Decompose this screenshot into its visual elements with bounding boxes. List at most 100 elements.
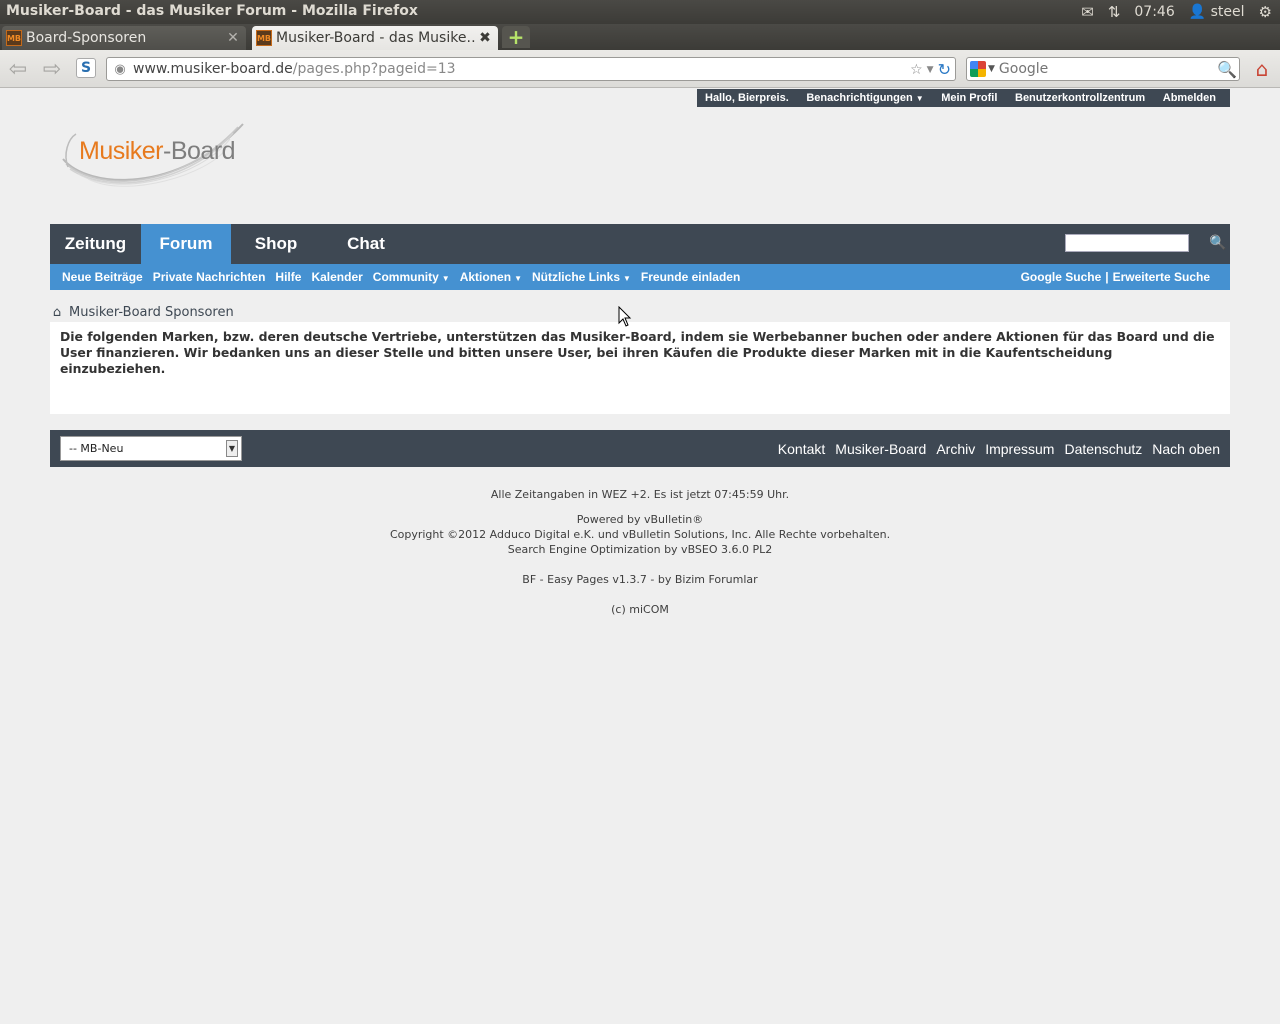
style-chooser-value: -- MB-Neu [69, 442, 124, 455]
notifications-link[interactable]: Benachrichtigungen ▼ [806, 92, 923, 104]
dropdown-arrow-icon: ▼ [623, 274, 631, 283]
stumble-addon-button[interactable]: S [76, 58, 96, 78]
favicon-icon: MB [256, 30, 272, 46]
footer-link-datenschutz[interactable]: Datenschutz [1064, 441, 1142, 457]
powered-by: Powered by vBulletin® [576, 513, 704, 526]
nav-tab-chat[interactable]: Chat [321, 224, 411, 264]
footer-links: Kontakt Musiker-Board Archiv Impressum D… [778, 430, 1220, 467]
new-tab-button[interactable]: + [502, 25, 530, 49]
tab-label: Musiker-Board - das Musike… [276, 30, 476, 46]
main-navigation: Zeitung Forum Shop Chat 🔍 [50, 224, 1230, 264]
bookmark-star-icon[interactable]: ☆ [910, 62, 923, 78]
subnav-community[interactable]: Community ▼ [373, 270, 450, 284]
favicon-icon: MB [6, 30, 22, 46]
google-search-link[interactable]: Google Suche [1021, 270, 1102, 284]
user-icon: 👤 [1188, 4, 1207, 20]
tab-board-sponsoren[interactable]: MB Board-Sponsoren ✕ [2, 26, 246, 50]
home-icon: ⌂ [1255, 57, 1269, 81]
s-addon-icon: S [80, 60, 92, 76]
reload-icon[interactable]: ↻ [938, 60, 951, 79]
mail-icon[interactable]: ✉ [1081, 3, 1094, 21]
search-links: Google Suche | Erweiterte Suche [1021, 264, 1210, 290]
user-name: steel [1210, 4, 1245, 20]
sub-navigation: Neue Beiträge Private Nachrichten Hilfe … [50, 264, 1230, 290]
logo-part-musiker: Musiker [79, 137, 164, 165]
advanced-search-link[interactable]: Erweiterte Suche [1113, 270, 1210, 284]
easypages-note: BF - Easy Pages v1.3.7 - by Bizim Foruml… [522, 573, 758, 586]
forum-search-icon[interactable]: 🔍 [1209, 234, 1226, 252]
footer-link-kontakt[interactable]: Kontakt [778, 441, 825, 457]
back-button[interactable]: ⇦ [4, 56, 32, 82]
nav-tab-zeitung[interactable]: Zeitung [50, 224, 141, 264]
footer-bar: -- MB-Neu ▼ Kontakt Musiker-Board Archiv… [50, 430, 1230, 467]
logout-link[interactable]: Abmelden [1163, 92, 1216, 104]
forum-search-field[interactable] [1065, 234, 1189, 254]
notifications-label: Benachrichtigungen [806, 92, 913, 104]
profile-link[interactable]: Mein Profil [941, 92, 997, 104]
breadcrumb: ⌂ Musiker-Board Sponsoren [50, 304, 234, 320]
subnav-private-messages[interactable]: Private Nachrichten [153, 270, 266, 284]
nav-tab-forum[interactable]: Forum [141, 224, 231, 264]
tab-musiker-board[interactable]: MB Musiker-Board - das Musike… ✖ [252, 26, 498, 50]
logo-part-board: -Board [163, 137, 236, 165]
home-icon[interactable]: ⌂ [50, 305, 64, 320]
clock[interactable]: 07:46 [1134, 4, 1174, 20]
breadcrumb-current: Musiker-Board Sponsoren [69, 304, 234, 320]
address-bar[interactable]: ◉ www.musiker-board.de/pages.php?pageid=… [106, 57, 956, 81]
user-menu[interactable]: 👤 steel [1189, 4, 1245, 20]
subnav-new-posts[interactable]: Neue Beiträge [62, 270, 143, 284]
user-toolbar: Hallo, Bierpreis. Benachrichtigungen ▼ Me… [697, 89, 1230, 107]
subnav-calendar[interactable]: Kalender [311, 270, 362, 284]
close-tab-icon[interactable]: ✕ [224, 30, 242, 46]
navigation-toolbar: ⇦ ⇨ S ◉ www.musiker-board.de/pages.php?p… [0, 50, 1280, 88]
forward-button[interactable]: ⇨ [38, 56, 66, 82]
plus-icon: + [507, 25, 525, 49]
subnav-useful-links[interactable]: Nützliche Links ▼ [532, 270, 631, 284]
window-title-bar: Musiker-Board - das Musiker Forum - Mozi… [0, 0, 1280, 24]
timezone-note: Alle Zeitangaben in WEZ +2. Es ist jetzt… [490, 488, 790, 501]
back-arrow-icon: ⇦ [8, 56, 28, 82]
logo-wordmark: Musiker-Board [79, 137, 236, 166]
seo-note: Search Engine Optimization by vBSEO 3.6.… [507, 543, 773, 556]
google-engine-icon[interactable] [970, 61, 986, 77]
subnav-links: Neue Beiträge Private Nachrichten Hilfe … [62, 264, 740, 290]
select-arrow-icon[interactable]: ▼ [226, 440, 238, 457]
sponsor-intro-text: Die folgenden Marken, bzw. deren deutsch… [60, 329, 1215, 376]
tab-label: Board-Sponsoren [26, 30, 147, 46]
control-panel-link[interactable]: Benutzerkontrollzentrum [1015, 92, 1145, 104]
nav-tab-shop[interactable]: Shop [231, 224, 321, 264]
subnav-actions[interactable]: Aktionen ▼ [460, 270, 522, 284]
forward-arrow-icon: ⇨ [42, 56, 62, 82]
history-dropdown-icon[interactable]: ▼ [927, 65, 934, 75]
user-greeting[interactable]: Hallo, Bierpreis. [705, 92, 789, 104]
style-chooser-select[interactable]: -- MB-Neu ▼ [60, 436, 242, 461]
dropdown-arrow-icon: ▼ [915, 94, 924, 103]
engine-dropdown-icon[interactable]: ▼ [988, 64, 995, 74]
window-title: Musiker-Board - das Musiker Forum - Mozi… [6, 3, 418, 19]
subnav-help[interactable]: Hilfe [275, 270, 301, 284]
dropdown-arrow-icon: ▼ [441, 274, 450, 283]
subnav-actions-label: Aktionen [459, 270, 512, 284]
footer-link-impressum[interactable]: Impressum [985, 441, 1054, 457]
home-button[interactable]: ⌂ [1250, 57, 1274, 81]
subnav-community-label: Community [372, 270, 439, 284]
close-tab-icon[interactable]: ✖ [476, 30, 494, 46]
subnav-invite-friends[interactable]: Freunde einladen [641, 270, 740, 284]
web-search-input[interactable] [998, 61, 1199, 77]
url-path: /pages.php?pageid=13 [292, 61, 456, 77]
site-identity-icon[interactable]: ◉ [109, 62, 131, 77]
copyright-note: Copyright ©2012 Adduco Digital e.K. und … [389, 528, 891, 541]
link-separator: | [1105, 270, 1109, 284]
search-icon[interactable]: 🔍 [1217, 59, 1237, 79]
power-gear-icon[interactable]: ⚙ [1259, 3, 1272, 21]
footer-link-top[interactable]: Nach oben [1152, 441, 1220, 457]
subnav-useful-links-label: Nützliche Links [531, 270, 620, 284]
footer-link-archiv[interactable]: Archiv [936, 441, 975, 457]
web-search-bar[interactable]: ▼ 🔍 [966, 57, 1240, 81]
url-domain: www.musiker-board.de [133, 61, 293, 77]
micom-note: (c) miCOM [611, 603, 669, 616]
network-icon[interactable]: ⇅ [1108, 3, 1121, 21]
footer-link-musiker-board[interactable]: Musiker-Board [835, 441, 926, 457]
site-logo[interactable]: Musiker-Board [58, 119, 258, 199]
forum-search-input[interactable] [1066, 237, 1188, 254]
